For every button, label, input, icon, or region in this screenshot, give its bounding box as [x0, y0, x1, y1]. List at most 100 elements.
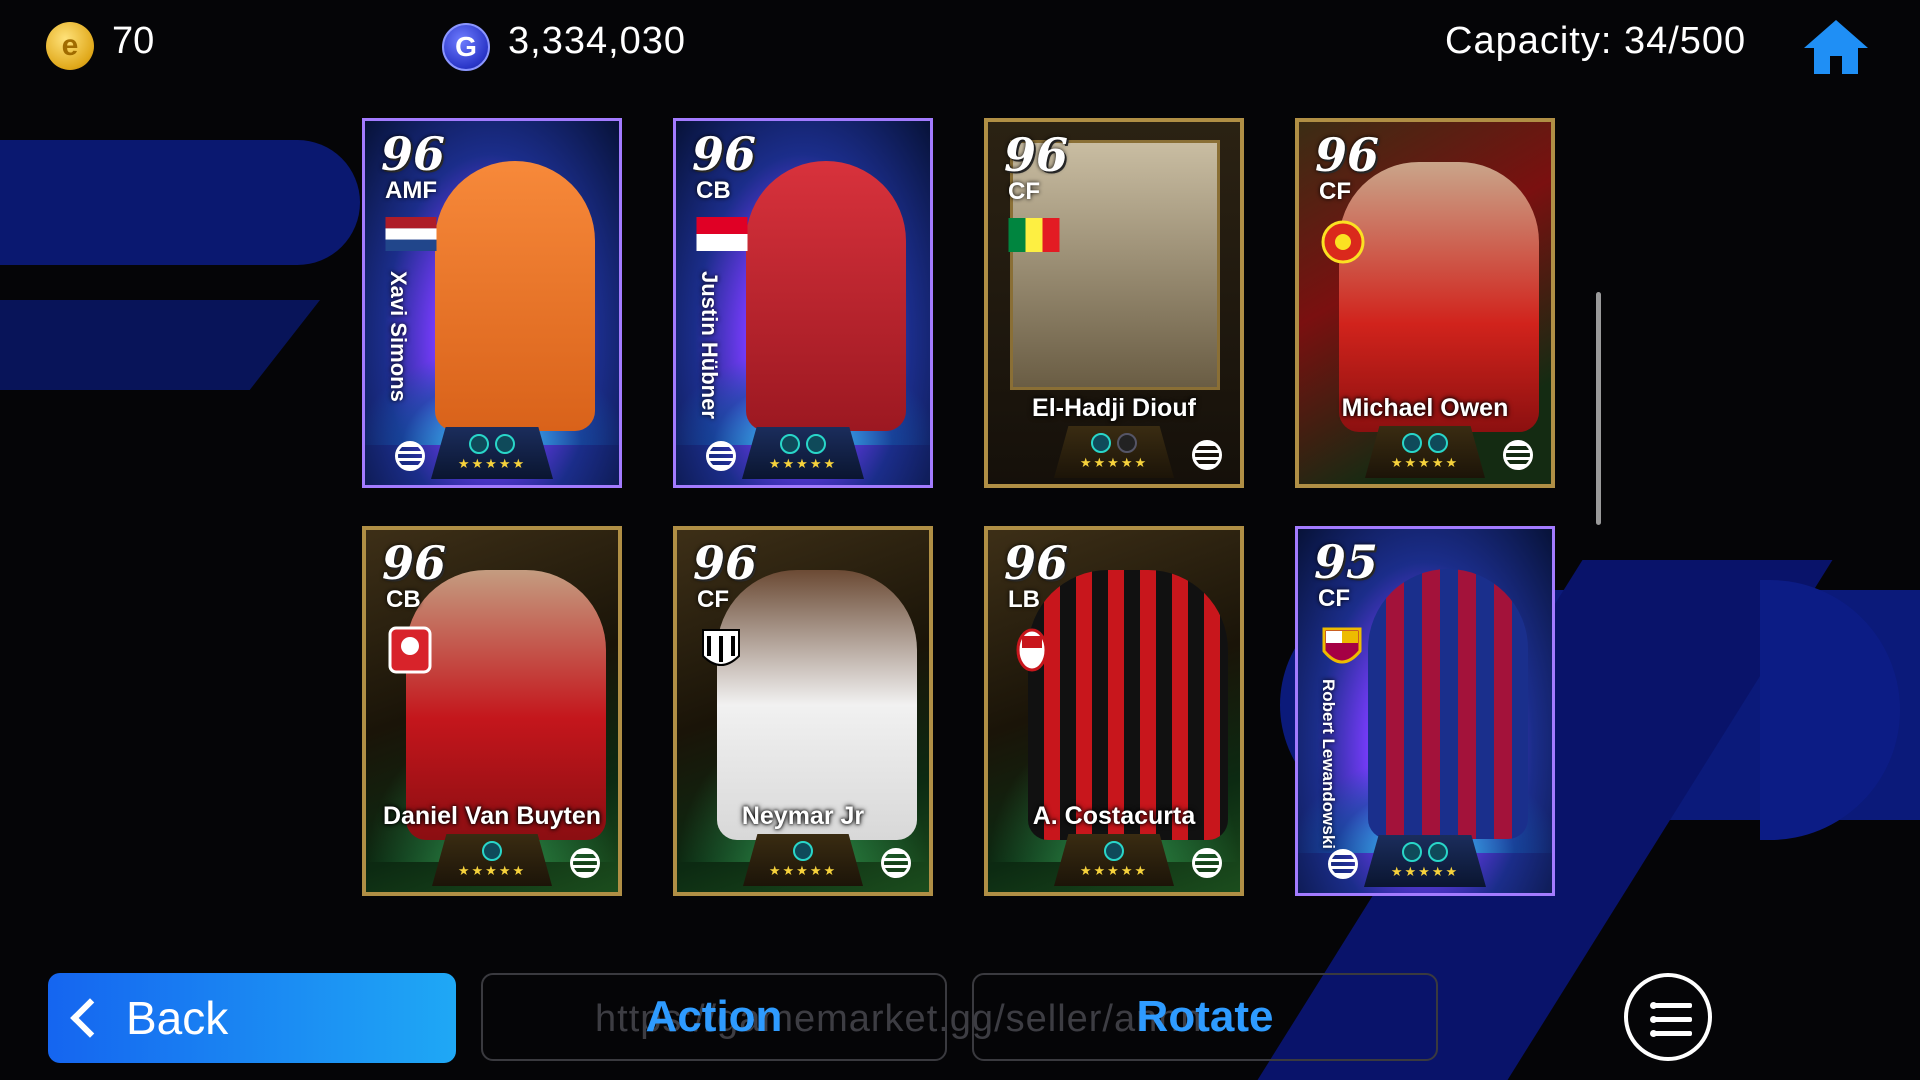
player-card[interactable]: 96 CB Daniel Van Buyten ★★★★★ — [362, 526, 622, 896]
efootball-logo-icon — [395, 441, 425, 471]
santos-crest-icon — [702, 629, 740, 666]
card-rating: 96 — [693, 536, 758, 590]
player-name: Neymar Jr — [741, 802, 865, 830]
card-position: CB — [696, 177, 731, 204]
skill-icon — [469, 434, 489, 454]
card-position: AMF — [385, 177, 437, 204]
efootball-logo-icon — [1192, 440, 1222, 470]
card-rating: 96 — [1004, 128, 1069, 182]
action-label: Action — [645, 992, 783, 1041]
skill-icon — [1402, 433, 1422, 453]
star-rating: ★★★★★ — [1390, 864, 1460, 879]
fc-barcelona-crest-icon — [1322, 627, 1362, 664]
efootball-logo-icon — [1328, 849, 1358, 879]
card-footer: ★★★★★ — [432, 834, 552, 886]
efootball-logo-icon — [706, 441, 736, 471]
player-image — [717, 570, 917, 840]
star-rating: ★★★★★ — [1079, 455, 1149, 470]
card-position: CF — [1319, 178, 1351, 205]
skill-icon — [1402, 842, 1422, 862]
efootball-coin-icon: e — [46, 22, 94, 70]
card-rating: 95 — [1314, 535, 1379, 589]
player-card[interactable]: 96 LB A. Costacurta ★★★★★ — [984, 526, 1244, 896]
skill-icon — [806, 434, 826, 454]
card-footer: ★★★★★ — [1364, 835, 1486, 887]
star-rating: ★★★★★ — [1079, 863, 1149, 878]
list-icon — [1650, 1016, 1692, 1023]
back-button[interactable]: Back — [48, 973, 456, 1063]
star-rating: ★★★★★ — [457, 863, 527, 878]
ac-milan-crest-icon — [1016, 628, 1048, 672]
rotate-label: Rotate — [1136, 992, 1274, 1041]
player-name: Robert Lewandowski — [1319, 679, 1338, 850]
player-name: Daniel Van Buyten — [382, 802, 602, 830]
card-footer: ★★★★★ — [1054, 426, 1174, 478]
card-rating: 96 — [692, 127, 757, 181]
gp-icon: G — [442, 23, 490, 71]
star-rating: ★★★★★ — [1390, 455, 1460, 470]
star-rating: ★★★★★ — [768, 456, 838, 471]
background-shape — [0, 140, 360, 265]
player-card[interactable]: 96 CF El-Hadji Diouf ★★★★★ — [984, 118, 1244, 488]
list-icon — [1650, 1030, 1692, 1037]
efootball-logo-icon — [1192, 848, 1222, 878]
coin-balance: 70 — [112, 20, 155, 62]
player-name: Michael Owen — [1341, 394, 1509, 422]
skill-icon — [482, 841, 502, 861]
card-rating: 96 — [381, 127, 446, 181]
manchester-united-crest-icon — [1321, 220, 1365, 264]
player-image — [406, 570, 606, 840]
list-icon — [1650, 1002, 1692, 1009]
card-position: CB — [386, 586, 421, 613]
skill-icon — [780, 434, 800, 454]
card-footer: ★★★★★ — [431, 427, 553, 479]
skill-icon — [1117, 433, 1137, 453]
card-rating: 96 — [382, 536, 447, 590]
player-image — [746, 161, 906, 431]
card-footer: ★★★★★ — [742, 427, 864, 479]
gp-balance: 3,334,030 — [508, 20, 687, 62]
player-card[interactable]: 95 CF Robert Lewandowski ★★★★★ — [1295, 526, 1555, 896]
skill-icon — [793, 841, 813, 861]
club-crest-icon — [388, 626, 432, 674]
player-image — [1368, 569, 1528, 839]
player-card[interactable]: 96 CF Neymar Jr ★★★★★ — [673, 526, 933, 896]
background-shape — [0, 300, 320, 390]
senegal-flag-icon — [1008, 218, 1060, 252]
card-rating: 96 — [1315, 128, 1380, 182]
scrollbar[interactable] — [1596, 292, 1601, 525]
card-footer: ★★★★★ — [1054, 834, 1174, 886]
card-position: CF — [697, 586, 729, 613]
card-position: CF — [1318, 585, 1350, 612]
player-image — [1339, 162, 1539, 432]
efootball-logo-icon — [570, 848, 600, 878]
capacity-label: Capacity: 34/500 — [1445, 20, 1747, 62]
player-card[interactable]: 96 CF Michael Owen ★★★★★ — [1295, 118, 1555, 488]
skill-icon — [1091, 433, 1111, 453]
player-name: A. Costacurta — [1032, 802, 1196, 830]
efootball-logo-icon — [881, 848, 911, 878]
back-label: Back — [126, 992, 229, 1044]
player-card[interactable]: 96 CB Justin Hübner ★★★★★ — [673, 118, 933, 488]
card-footer: ★★★★★ — [743, 834, 863, 886]
star-rating: ★★★★★ — [768, 863, 838, 878]
card-footer: ★★★★★ — [1365, 426, 1485, 478]
player-name: Justin Hübner — [697, 271, 722, 419]
skill-icon — [1428, 842, 1448, 862]
skill-icon — [1428, 433, 1448, 453]
skill-icon — [1104, 841, 1124, 861]
card-rating: 96 — [1004, 536, 1069, 590]
card-position: CF — [1008, 178, 1040, 205]
list-menu-button[interactable] — [1624, 973, 1712, 1061]
netherlands-flag-icon — [385, 217, 437, 251]
player-card[interactable]: 96 AMF Xavi Simons ★★★★★ — [362, 118, 622, 488]
player-image — [1028, 570, 1228, 840]
skill-icon — [495, 434, 515, 454]
player-name: El-Hadji Diouf — [1032, 394, 1196, 422]
home-icon[interactable] — [1800, 16, 1872, 78]
player-name: Xavi Simons — [386, 271, 411, 402]
indonesia-flag-icon — [696, 217, 748, 251]
chevron-left-icon — [70, 998, 110, 1038]
star-rating: ★★★★★ — [457, 456, 527, 471]
card-position: LB — [1008, 586, 1040, 613]
